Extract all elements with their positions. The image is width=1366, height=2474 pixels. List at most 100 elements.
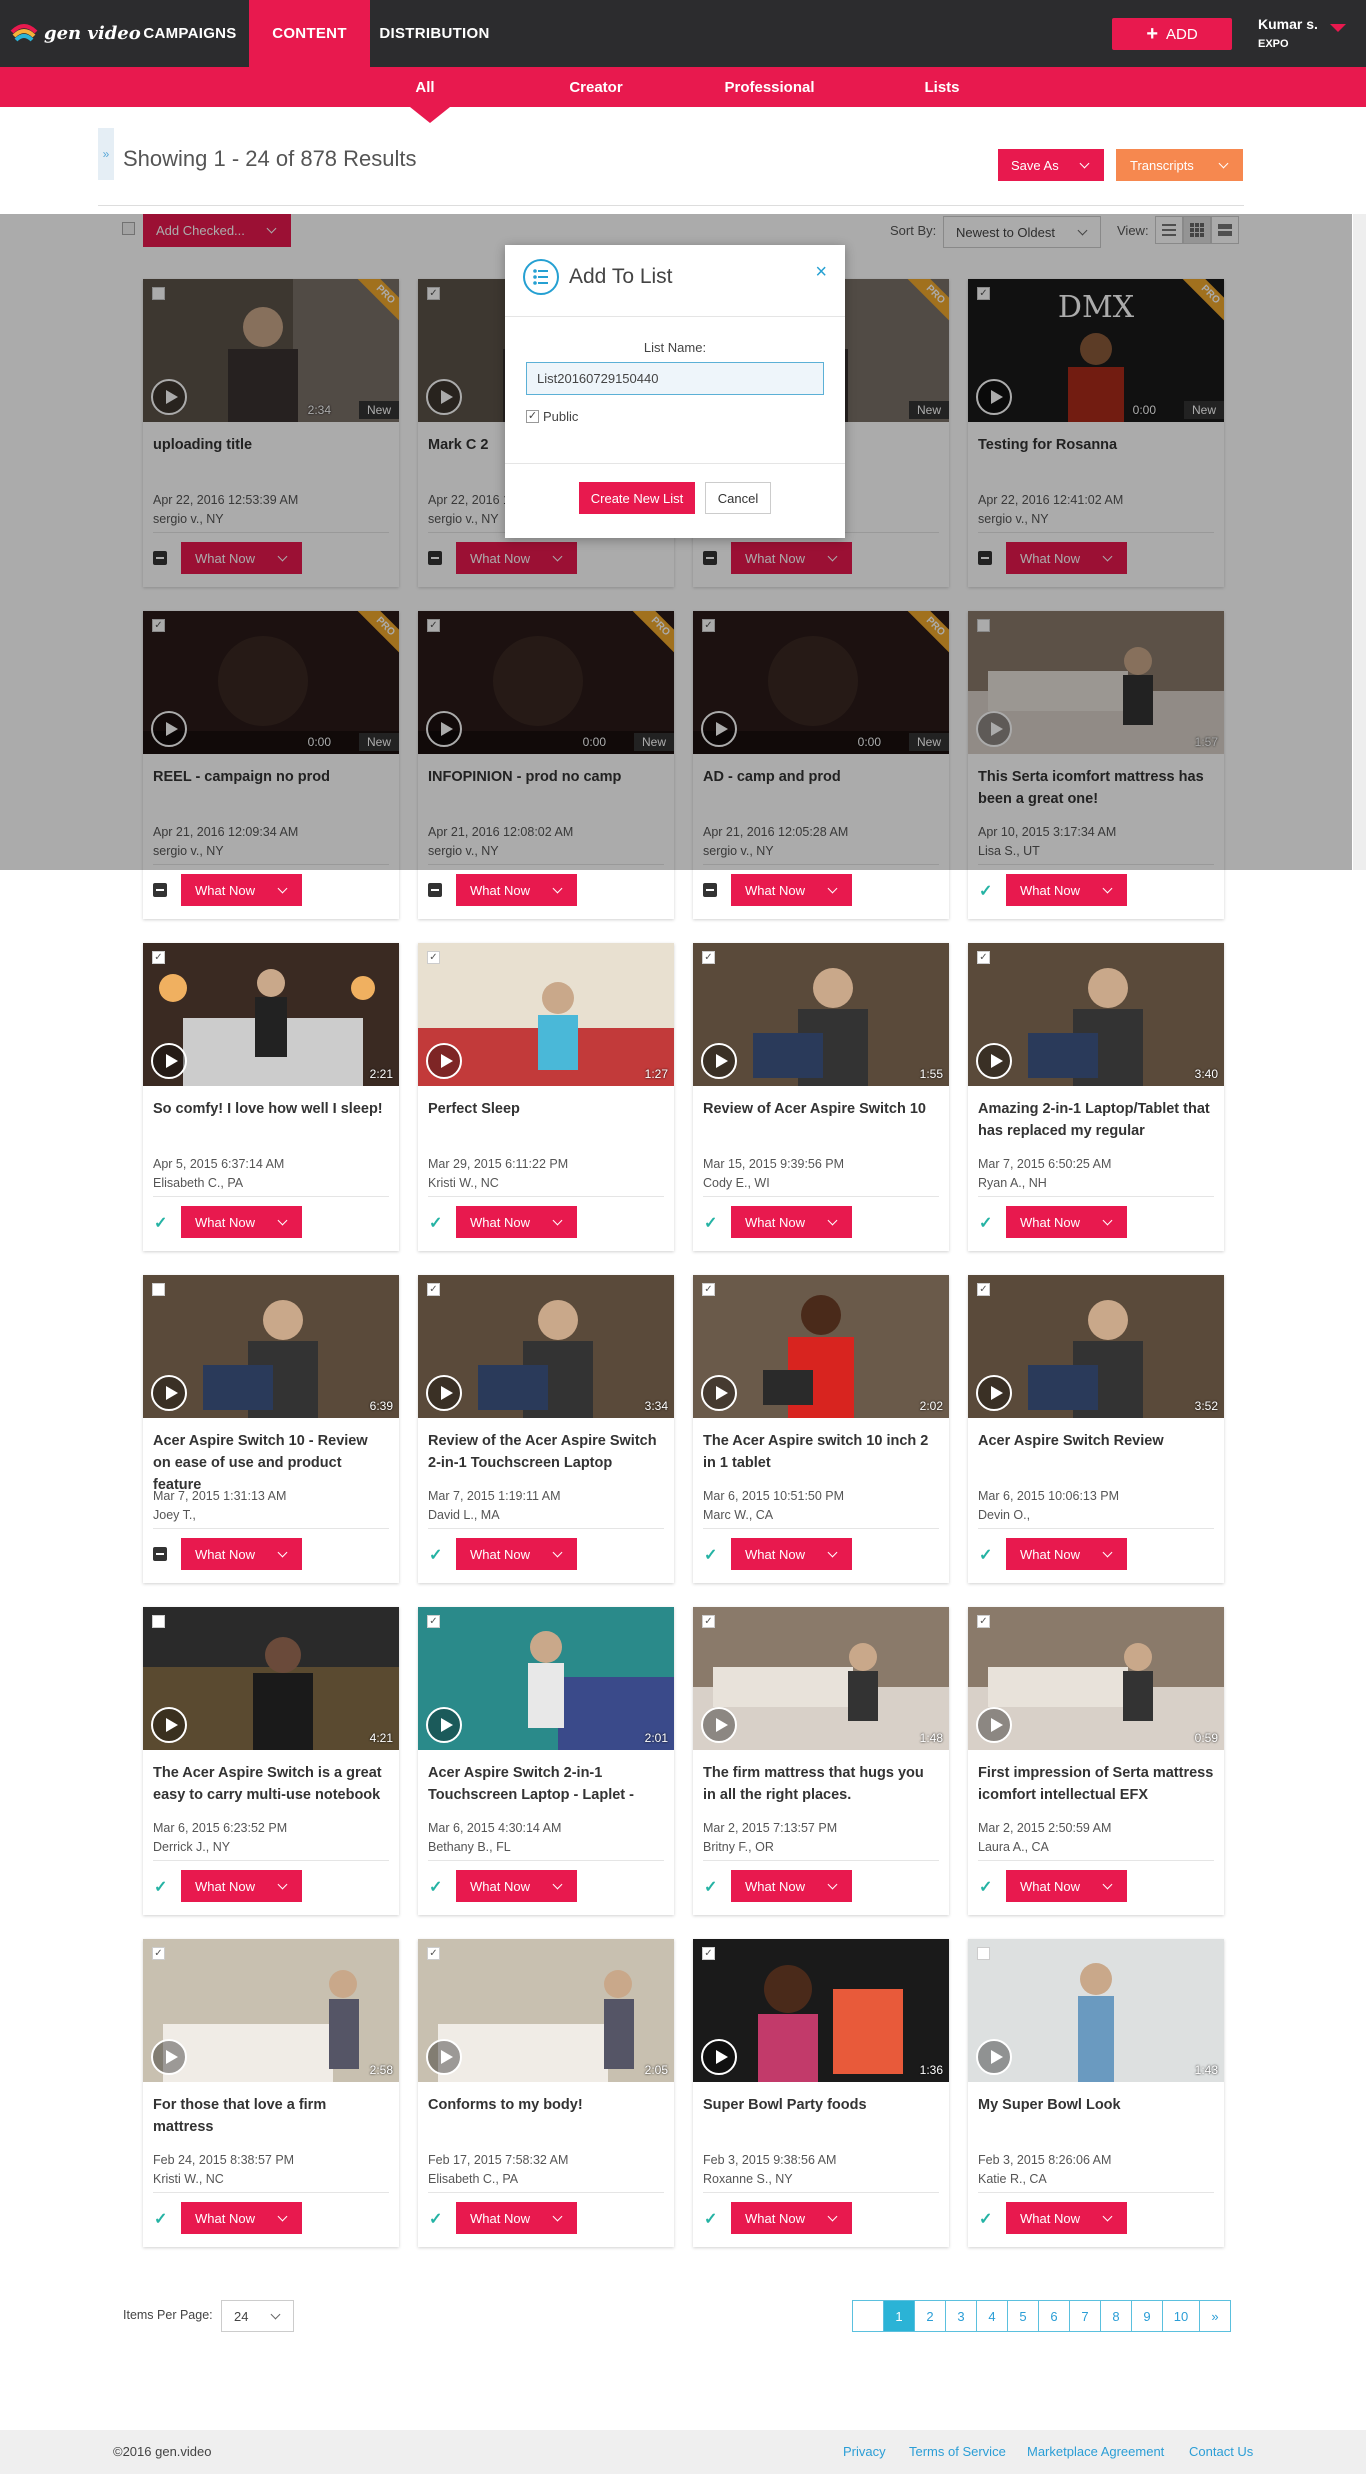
what-now-button[interactable]: What Now xyxy=(456,1538,577,1570)
video-card[interactable]: 1:43 My Super Bowl Look Feb 3, 2015 8:26:0… xyxy=(968,1939,1224,2247)
video-card[interactable]: ✓ 1:27 Perfect Sleep Mar 29, 2015 6:11:22 P… xyxy=(418,943,674,1251)
play-icon[interactable] xyxy=(976,2039,1012,2075)
play-icon[interactable] xyxy=(701,1043,737,1079)
public-checkbox[interactable]: ✓ xyxy=(526,410,539,423)
video-thumbnail[interactable]: ✓ 3:52 xyxy=(968,1275,1224,1418)
what-now-button[interactable]: What Now xyxy=(1006,2202,1127,2234)
card-checkbox[interactable] xyxy=(152,1615,165,1628)
video-title[interactable]: First impression of Serta mattress icomf… xyxy=(978,1762,1214,1806)
video-title[interactable]: Acer Aspire Switch 2-in-1 Touchscreen La… xyxy=(428,1762,664,1806)
play-icon[interactable] xyxy=(426,1707,462,1743)
video-title[interactable]: The firm mattress that hugs you in all t… xyxy=(703,1762,939,1806)
video-card[interactable]: ✓ 2:05 Conforms to my body! Feb 17, 2015 7:… xyxy=(418,1939,674,2247)
video-card[interactable]: ✓ 2:01 Acer Aspire Switch 2-in-1 Touchscre… xyxy=(418,1607,674,1915)
video-thumbnail[interactable]: ✓ 2:05 xyxy=(418,1939,674,2082)
video-card[interactable]: ✓ 1:36 Super Bowl Party foods Feb 3, 2015 9… xyxy=(693,1939,949,2247)
video-card[interactable]: ✓ 0:59 First impression of Serta mattress … xyxy=(968,1607,1224,1915)
page-number[interactable]: 9 xyxy=(1131,2300,1163,2332)
what-now-button[interactable]: What Now xyxy=(1006,1870,1127,1902)
tab-creator[interactable]: Creator xyxy=(556,67,636,107)
user-menu[interactable]: Kumar s. EXPO xyxy=(1258,14,1318,54)
what-now-button[interactable]: What Now xyxy=(181,1206,302,1238)
video-card[interactable]: ✓ 3:40 Amazing 2-in-1 Laptop/Tablet that h… xyxy=(968,943,1224,1251)
play-icon[interactable] xyxy=(701,1707,737,1743)
video-thumbnail[interactable]: ✓ 1:36 xyxy=(693,1939,949,2082)
play-icon[interactable] xyxy=(701,1375,737,1411)
scrollbar[interactable] xyxy=(1353,214,1366,870)
video-thumbnail[interactable]: ✓ 0:59 xyxy=(968,1607,1224,1750)
video-card[interactable]: ✓ 2:02 The Acer Aspire switch 10 inch 2 in… xyxy=(693,1275,949,1583)
card-checkbox[interactable]: ✓ xyxy=(152,951,165,964)
play-icon[interactable] xyxy=(426,2039,462,2075)
what-now-button[interactable]: What Now xyxy=(456,2202,577,2234)
card-checkbox[interactable]: ✓ xyxy=(702,1947,715,1960)
card-checkbox[interactable]: ✓ xyxy=(702,1283,715,1296)
play-icon[interactable] xyxy=(976,1707,1012,1743)
video-card[interactable]: ✓ 2:58 For those that love a firm mattress… xyxy=(143,1939,399,2247)
video-title[interactable]: Review of Acer Aspire Switch 10 xyxy=(703,1098,939,1120)
items-per-page-select[interactable]: 24 xyxy=(221,2300,294,2332)
user-menu-caret-icon[interactable] xyxy=(1330,24,1346,32)
card-checkbox[interactable]: ✓ xyxy=(427,1615,440,1628)
what-now-button[interactable]: What Now xyxy=(1006,1538,1127,1570)
nav-content[interactable]: CONTENT xyxy=(249,0,370,67)
page-number[interactable]: 8 xyxy=(1100,2300,1132,2332)
card-checkbox[interactable]: ✓ xyxy=(977,1615,990,1628)
close-icon[interactable]: × xyxy=(815,261,827,284)
card-checkbox[interactable]: ✓ xyxy=(977,1283,990,1296)
video-title[interactable]: Acer Aspire Switch 10 - Review on ease o… xyxy=(153,1430,389,1496)
what-now-button[interactable]: What Now xyxy=(731,1206,852,1238)
video-title[interactable]: Perfect Sleep xyxy=(428,1098,664,1120)
video-title[interactable]: For those that love a firm mattress xyxy=(153,2094,389,2138)
video-card[interactable]: ✓ 1:55 Review of Acer Aspire Switch 10 Mar … xyxy=(693,943,949,1251)
what-now-button[interactable]: What Now xyxy=(181,1870,302,1902)
card-checkbox[interactable]: ✓ xyxy=(977,951,990,964)
video-thumbnail[interactable]: ✓ 2:02 xyxy=(693,1275,949,1418)
play-icon[interactable] xyxy=(976,1043,1012,1079)
card-checkbox[interactable]: ✓ xyxy=(702,951,715,964)
video-thumbnail[interactable]: ✓ 1:27 xyxy=(418,943,674,1086)
card-checkbox[interactable]: ✓ xyxy=(427,1947,440,1960)
video-title[interactable]: Super Bowl Party foods xyxy=(703,2094,939,2116)
video-thumbnail[interactable]: ✓ 1:55 xyxy=(693,943,949,1086)
what-now-button[interactable]: What Now xyxy=(731,2202,852,2234)
video-thumbnail[interactable]: 6:39 xyxy=(143,1275,399,1418)
what-now-button[interactable]: What Now xyxy=(456,1206,577,1238)
play-icon[interactable] xyxy=(976,1375,1012,1411)
page-number[interactable]: 4 xyxy=(976,2300,1008,2332)
play-icon[interactable] xyxy=(426,1043,462,1079)
terms-link[interactable]: Terms of Service xyxy=(909,2444,1006,2459)
page-prev[interactable] xyxy=(852,2300,884,2332)
card-checkbox[interactable]: ✓ xyxy=(427,951,440,964)
play-icon[interactable] xyxy=(426,1375,462,1411)
sidebar-expand-icon[interactable]: » xyxy=(98,128,114,180)
video-title[interactable]: My Super Bowl Look xyxy=(978,2094,1214,2116)
what-now-button[interactable]: What Now xyxy=(456,874,577,906)
public-option[interactable]: ✓ Public xyxy=(526,409,578,424)
brand-logo[interactable]: gen video xyxy=(10,18,141,48)
what-now-button[interactable]: What Now xyxy=(181,2202,302,2234)
video-card[interactable]: 6:39 Acer Aspire Switch 10 - Review on ea… xyxy=(143,1275,399,1583)
video-thumbnail[interactable]: ✓ 3:34 xyxy=(418,1275,674,1418)
card-checkbox[interactable] xyxy=(152,1283,165,1296)
video-thumbnail[interactable]: ✓ 2:21 xyxy=(143,943,399,1086)
video-thumbnail[interactable]: 4:21 xyxy=(143,1607,399,1750)
card-checkbox[interactable]: ✓ xyxy=(427,1283,440,1296)
video-card[interactable]: ✓ 3:52 Acer Aspire Switch Review Mar 6, 201… xyxy=(968,1275,1224,1583)
what-now-button[interactable]: What Now xyxy=(1006,1206,1127,1238)
video-title[interactable]: The Acer Aspire Switch is a great easy t… xyxy=(153,1762,389,1806)
tab-lists[interactable]: Lists xyxy=(912,67,972,107)
page-number[interactable]: 2 xyxy=(914,2300,946,2332)
privacy-link[interactable]: Privacy xyxy=(843,2444,886,2459)
page-number[interactable]: 1 xyxy=(883,2300,915,2332)
card-checkbox[interactable]: ✓ xyxy=(702,1615,715,1628)
nav-distribution[interactable]: DISTRIBUTION xyxy=(372,0,497,67)
video-title[interactable]: Review of the Acer Aspire Switch 2-in-1 … xyxy=(428,1430,664,1474)
video-card[interactable]: 4:21 The Acer Aspire Switch is a great ea… xyxy=(143,1607,399,1915)
video-card[interactable]: ✓ 2:21 So comfy! I love how well I sleep! A… xyxy=(143,943,399,1251)
video-thumbnail[interactable]: ✓ 2:01 xyxy=(418,1607,674,1750)
what-now-button[interactable]: What Now xyxy=(181,1538,302,1570)
video-thumbnail[interactable]: ✓ 1:48 xyxy=(693,1607,949,1750)
play-icon[interactable] xyxy=(151,1707,187,1743)
transcripts-button[interactable]: Transcripts xyxy=(1116,149,1243,181)
